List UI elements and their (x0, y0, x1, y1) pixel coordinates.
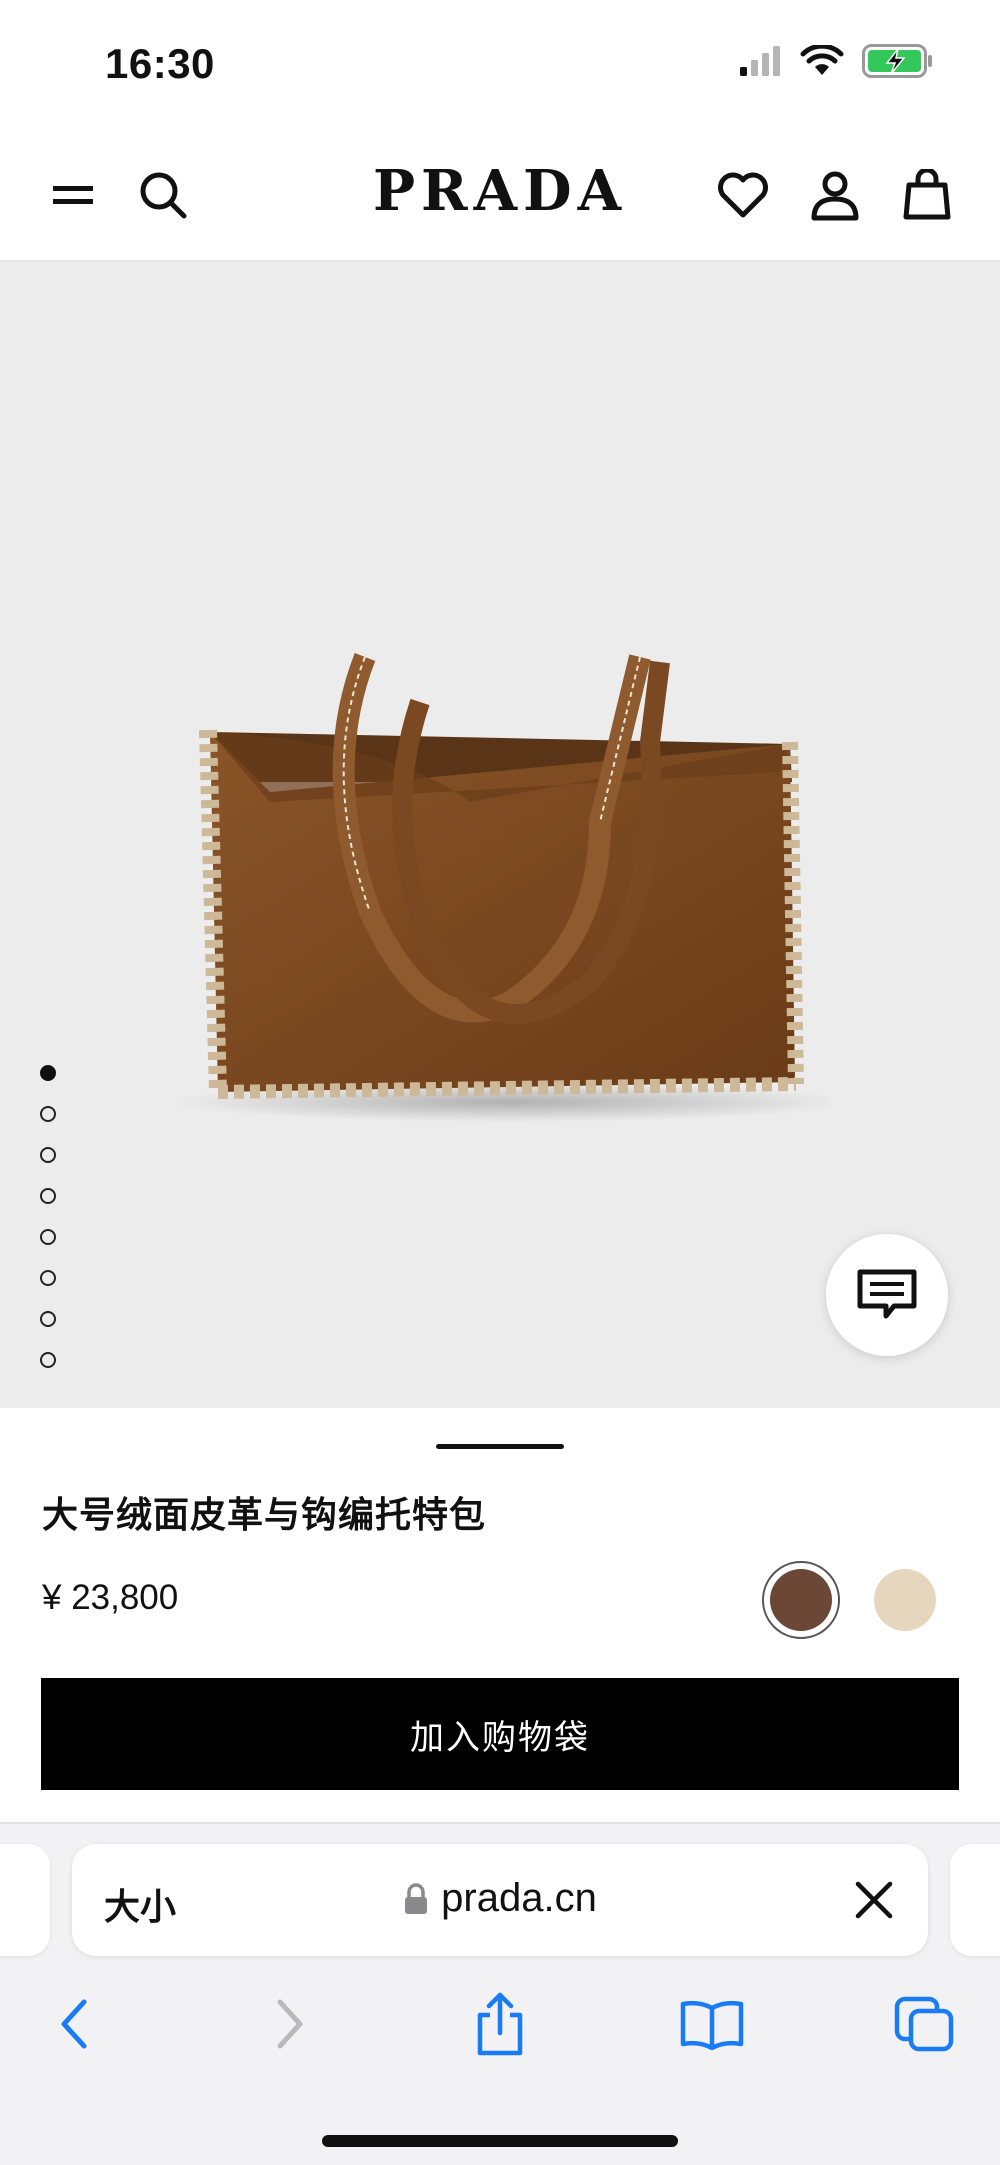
swatch-color (770, 1569, 832, 1631)
product-gallery[interactable] (0, 262, 1000, 1408)
close-button[interactable] (850, 1876, 898, 1924)
next-tab-card[interactable] (950, 1844, 1000, 1956)
gallery-dot[interactable] (40, 1106, 56, 1122)
status-icons (738, 43, 934, 83)
browser-bottom-bar: 大小 prada.cn (0, 1824, 1000, 2165)
battery-charging-icon (862, 44, 934, 83)
gallery-dot[interactable] (40, 1270, 56, 1286)
tabs-button[interactable] (884, 1984, 964, 2064)
bookmarks-icon (680, 2000, 744, 2050)
sheet-drag-handle[interactable] (436, 1444, 564, 1449)
home-indicator[interactable] (322, 2135, 678, 2147)
chat-icon (857, 1269, 917, 1319)
share-button[interactable] (460, 1984, 540, 2064)
forward-icon (277, 1999, 303, 2049)
gallery-dot[interactable] (40, 1311, 56, 1327)
status-bar: 16:30 (0, 0, 1000, 130)
product-price: ¥ 23,800 (42, 1578, 179, 1617)
cellular-signal-icon (738, 45, 782, 82)
back-icon (61, 1999, 87, 2049)
chat-button[interactable] (826, 1234, 948, 1356)
product-info-panel: 大号绒面皮革与钩编托特包 ¥ 23,800 加入购物袋 (0, 1408, 1000, 1824)
add-to-bag-button[interactable]: 加入购物袋 (41, 1678, 959, 1790)
url-display[interactable]: prada.cn (72, 1876, 928, 1921)
shopping-bag-button[interactable] (892, 160, 962, 230)
lock-icon (405, 1882, 428, 1914)
url-text: prada.cn (441, 1876, 597, 1920)
color-swatch-brown[interactable] (762, 1561, 840, 1639)
address-bar[interactable]: 大小 prada.cn (72, 1844, 928, 1956)
swatch-color (874, 1569, 936, 1631)
shopping-bag-icon (903, 169, 951, 220)
bookmarks-button[interactable] (672, 1984, 752, 2064)
back-button[interactable] (34, 1984, 114, 2064)
gallery-dot[interactable] (40, 1065, 56, 1081)
gallery-dot[interactable] (40, 1352, 56, 1368)
close-icon (855, 1881, 893, 1919)
gallery-pagination (40, 1065, 56, 1368)
gallery-dot[interactable] (40, 1147, 56, 1163)
product-image (170, 652, 830, 1122)
product-name: 大号绒面皮革与钩编托特包 (42, 1495, 487, 1536)
heart-icon (718, 172, 768, 218)
account-icon (811, 171, 859, 221)
gallery-dot[interactable] (40, 1229, 56, 1245)
previous-tab-card[interactable] (0, 1844, 50, 1956)
wifi-icon (800, 43, 844, 82)
account-button[interactable] (800, 160, 870, 230)
gallery-dot[interactable] (40, 1188, 56, 1204)
tabs-icon (894, 1996, 954, 2052)
site-header: PRADA (0, 130, 1000, 262)
share-icon (477, 1992, 523, 2056)
wishlist-button[interactable] (708, 160, 778, 230)
status-time: 16:30 (105, 40, 215, 87)
forward-button[interactable] (250, 1984, 330, 2064)
color-swatch-beige[interactable] (866, 1561, 944, 1639)
